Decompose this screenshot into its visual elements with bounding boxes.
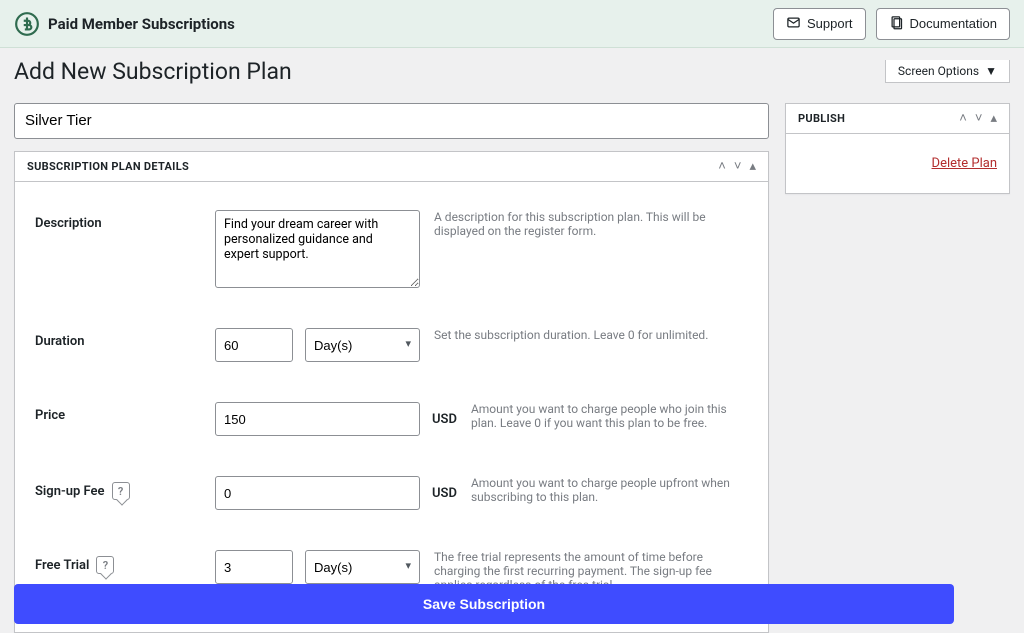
documentation-icon xyxy=(889,15,904,33)
save-bar: Save Subscription xyxy=(14,584,954,624)
help-icon[interactable]: ? xyxy=(112,482,130,500)
side-column: Publish ˄ ˅ ▴ Delete Plan xyxy=(785,103,1010,633)
support-label: Support xyxy=(807,16,853,31)
brand-title: Paid Member Subscriptions xyxy=(48,15,235,33)
row-description: Description Find your dream career with … xyxy=(27,202,756,308)
label-price: Price xyxy=(35,402,215,423)
metabox-body: Description Find your dream career with … xyxy=(15,182,768,632)
page-heading: Add New Subscription Plan Screen Options… xyxy=(0,48,1024,103)
page-title: Add New Subscription Plan xyxy=(14,58,292,85)
row-signup-fee: Sign-up Fee ? USD Amount you want to cha… xyxy=(27,456,756,530)
screen-options-toggle[interactable]: Screen Options ▼ xyxy=(885,60,1010,83)
publish-handles: ˄ ˅ ▴ xyxy=(959,112,997,125)
help-description: A description for this subscription plan… xyxy=(420,210,748,238)
label-signup-fee: Sign-up Fee xyxy=(35,484,105,499)
topbar-actions: Support Documentation xyxy=(773,8,1010,40)
duration-unit-select[interactable]: Day(s) xyxy=(305,328,420,362)
row-duration: Duration Day(s) Set the subscription dur… xyxy=(27,308,756,382)
help-duration: Set the subscription duration. Leave 0 f… xyxy=(420,328,748,342)
collapse-icon[interactable]: ▴ xyxy=(990,112,997,125)
duration-input[interactable] xyxy=(215,328,293,362)
subscription-details-metabox: Subscription Plan Details ˄ ˅ ▴ Descript… xyxy=(14,151,769,633)
price-input[interactable] xyxy=(215,402,420,436)
brand: Paid Member Subscriptions xyxy=(14,11,235,37)
publish-header: Publish ˄ ˅ ▴ xyxy=(786,104,1009,134)
move-up-icon[interactable]: ˄ xyxy=(959,112,967,125)
publish-body: Delete Plan xyxy=(786,134,1009,193)
plan-title-input[interactable] xyxy=(14,103,769,139)
content-wrap: Subscription Plan Details ˄ ˅ ▴ Descript… xyxy=(0,103,1024,633)
help-icon[interactable]: ? xyxy=(96,556,114,574)
label-description: Description xyxy=(35,210,215,231)
save-subscription-button[interactable]: Save Subscription xyxy=(14,584,954,624)
signup-fee-input[interactable] xyxy=(215,476,420,510)
free-trial-unit-select[interactable]: Day(s) xyxy=(305,550,420,584)
help-price: Amount you want to charge people who joi… xyxy=(457,402,748,430)
free-trial-input[interactable] xyxy=(215,550,293,584)
move-down-icon[interactable]: ˅ xyxy=(975,112,983,125)
price-currency: USD xyxy=(432,412,457,427)
brand-logo-icon xyxy=(14,11,40,37)
label-duration: Duration xyxy=(35,328,215,349)
mail-icon xyxy=(786,15,801,33)
support-button[interactable]: Support xyxy=(773,8,866,40)
publish-title: Publish xyxy=(798,112,845,125)
move-up-icon[interactable]: ˄ xyxy=(718,160,726,173)
publish-metabox: Publish ˄ ˅ ▴ Delete Plan xyxy=(785,103,1010,194)
screen-options-label: Screen Options xyxy=(898,64,979,78)
delete-plan-link[interactable]: Delete Plan xyxy=(932,156,997,171)
caret-down-icon: ▼ xyxy=(985,64,997,78)
documentation-label: Documentation xyxy=(910,16,997,31)
documentation-button[interactable]: Documentation xyxy=(876,8,1010,40)
collapse-icon[interactable]: ▴ xyxy=(749,160,756,173)
metabox-handles: ˄ ˅ ▴ xyxy=(718,160,756,173)
main-column: Subscription Plan Details ˄ ˅ ▴ Descript… xyxy=(14,103,769,633)
row-price: Price USD Amount you want to charge peop… xyxy=(27,382,756,456)
description-textarea[interactable]: Find your dream career with personalized… xyxy=(215,210,420,288)
move-down-icon[interactable]: ˅ xyxy=(734,160,742,173)
label-free-trial: Free Trial xyxy=(35,558,89,573)
signup-currency: USD xyxy=(432,486,457,501)
metabox-title: Subscription Plan Details xyxy=(27,160,189,173)
app-topbar: Paid Member Subscriptions Support Docume… xyxy=(0,0,1024,48)
help-signup-fee: Amount you want to charge people upfront… xyxy=(457,476,748,504)
metabox-header: Subscription Plan Details ˄ ˅ ▴ xyxy=(15,152,768,182)
